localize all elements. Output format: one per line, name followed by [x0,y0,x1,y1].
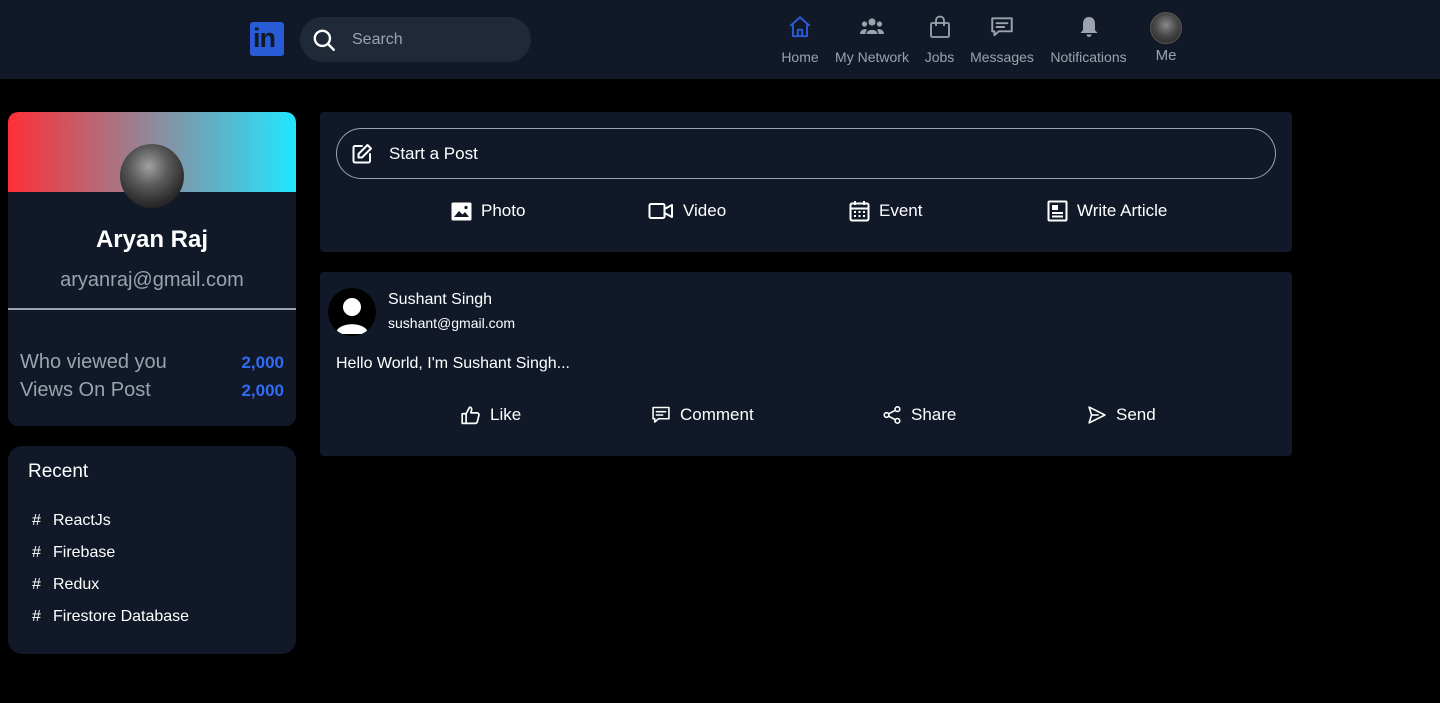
post-author-avatar[interactable] [328,288,376,336]
stat-value: 2,000 [241,353,284,372]
stat-value: 2,000 [241,381,284,400]
avatar [1150,12,1182,44]
post-composer: Start a Post Photo Video Event Write Art… [320,112,1292,252]
recent-item-label: Firebase [53,544,116,561]
search-bar[interactable] [300,17,531,62]
composer-photo-label: Photo [481,201,526,220]
stat-label: Views On Post [20,379,151,401]
recent-item-redux[interactable]: # Redux [32,576,99,594]
thumbs-up-icon [461,405,480,424]
nav-home-label: Home [781,49,819,65]
nav-home[interactable]: Home [781,12,819,68]
top-navbar: in Home My Ne [0,0,1440,79]
feed-post: Sushant Singh sushant@gmail.com Hello Wo… [320,272,1292,456]
share-icon [883,406,901,424]
share-label: Share [911,405,957,424]
nav-me-label: Me [1155,47,1177,64]
start-post-button[interactable]: Start a Post [336,128,1276,179]
recent-item-firestore-database[interactable]: # Firestore Database [32,608,189,626]
nav-notifications[interactable]: Notifications [1050,12,1127,68]
post-body: Hello World, I'm Sushant Singh... [336,355,570,372]
composer-event-button[interactable]: Event [849,199,922,223]
send-button[interactable]: Send [1087,404,1156,426]
recent-item-reactjs[interactable]: # ReactJs [32,512,111,530]
nav-jobs[interactable]: Jobs [924,12,955,68]
composer-video-button[interactable]: Video [648,199,726,223]
article-icon [1047,200,1068,222]
recent-card: Recent # ReactJs # Firebase # Redux # Fi… [8,446,296,654]
comment-icon [652,406,670,423]
composer-write-article-label: Write Article [1077,201,1168,220]
composer-event-label: Event [879,201,923,220]
stat-label: Who viewed you [20,351,167,373]
share-button[interactable]: Share [882,404,956,426]
hashtag-icon: # [32,576,41,593]
linkedin-logo[interactable]: in [250,22,284,56]
briefcase-icon [929,15,950,38]
profile-card: Aryan Raj aryanraj@gmail.com Who viewed … [8,112,296,426]
recent-item-firebase[interactable]: # Firebase [32,544,115,562]
bell-icon [1080,17,1097,37]
nav-messages[interactable]: Messages [970,12,1034,68]
profile-divider [8,308,296,310]
send-label: Send [1116,405,1156,424]
search-icon [313,29,335,51]
hashtag-icon: # [32,512,41,529]
post-author-email: sushant@gmail.com [388,315,516,331]
nav-jobs-label: Jobs [924,49,955,65]
profile-name: Aryan Raj [95,226,209,253]
recent-item-label: Firestore Database [53,608,190,625]
video-icon [648,203,673,219]
composer-video-label: Video [683,201,727,220]
like-label: Like [490,405,522,424]
profile-avatar[interactable] [120,144,184,208]
user-icon [336,298,368,334]
search-input[interactable] [352,27,517,52]
message-icon [991,17,1013,37]
send-icon [1088,406,1106,424]
network-icon [860,18,884,34]
post-author-name[interactable]: Sushant Singh [388,291,492,309]
comment-label: Comment [680,405,754,424]
profile-email: aryanraj@gmail.com [60,269,244,291]
recent-item-label: ReactJs [53,512,111,529]
home-icon [789,16,811,38]
composer-photo-button[interactable]: Photo [451,199,525,223]
photo-icon [451,202,472,220]
nav-me[interactable]: Me [1150,12,1182,68]
logo-text: in [253,23,276,53]
stat-who-viewed[interactable]: Who viewed you 2,000 [20,351,284,374]
nav-my-network-label: My Network [835,49,909,65]
comment-button[interactable]: Comment [651,404,754,426]
stat-views-on-post[interactable]: Views On Post 2,000 [20,379,284,402]
calendar-icon [849,201,870,222]
composer-write-article-button[interactable]: Write Article [1047,199,1167,223]
hashtag-icon: # [32,544,41,561]
edit-icon [352,144,372,164]
nav-messages-label: Messages [970,49,1034,65]
nav-notifications-label: Notifications [1050,49,1127,65]
like-button[interactable]: Like [460,404,521,426]
recent-item-label: Redux [53,576,100,593]
recent-title: Recent [28,461,89,482]
hashtag-icon: # [32,608,41,625]
nav-my-network[interactable]: My Network [835,12,909,68]
start-post-label: Start a Post [389,144,478,163]
